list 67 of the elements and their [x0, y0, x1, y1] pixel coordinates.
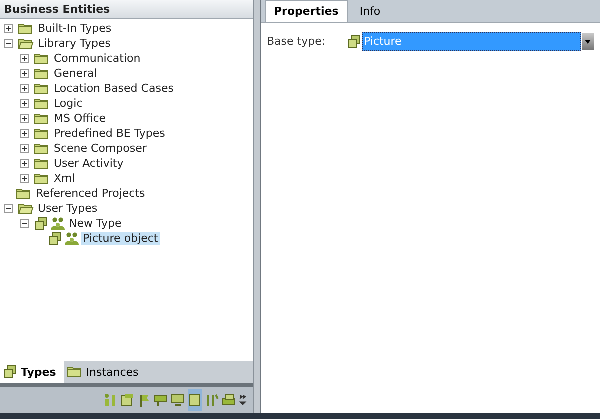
folder-icon: [34, 128, 50, 140]
collapse-icon[interactable]: [20, 219, 29, 228]
cubes-icon: [48, 232, 63, 246]
tree-item[interactable]: Location Based Cases: [52, 82, 176, 95]
expand-icon[interactable]: [20, 144, 29, 153]
tree-item[interactable]: MS Office: [52, 112, 108, 125]
tree-item[interactable]: Referenced Projects: [34, 187, 148, 200]
panel-title: Business Entities: [0, 0, 254, 19]
people-icon: [65, 232, 79, 246]
toolbar-icon: [103, 393, 118, 407]
expand-icon[interactable]: [20, 54, 29, 63]
field-label: Base type:: [267, 35, 327, 48]
dropdown-button[interactable]: [582, 33, 594, 50]
folder-icon: [34, 68, 50, 80]
toolbar-icon: [222, 393, 236, 407]
tree-item[interactable]: Built-In Types: [36, 22, 114, 35]
collapse-icon[interactable]: [4, 39, 13, 48]
toolbar-icon: [188, 393, 202, 407]
folder-icon: [16, 188, 32, 200]
folder-icon: [34, 172, 50, 184]
folder-icon: [34, 112, 50, 124]
tree-item[interactable]: Predefined BE Types: [52, 127, 168, 140]
folder-icon: [34, 142, 50, 154]
tree-item[interactable]: Logic: [52, 97, 85, 110]
tree-item[interactable]: Picture object: [81, 232, 160, 245]
tree-item[interactable]: Scene Composer: [52, 142, 149, 155]
expand-icon[interactable]: [20, 84, 29, 93]
people-icon: [51, 216, 65, 230]
expand-icon[interactable]: [20, 129, 29, 138]
expand-icon[interactable]: [20, 114, 29, 123]
panel-tab[interactable]: Instances: [64, 361, 147, 383]
toolbar-icon: [154, 393, 168, 407]
overflow-icon[interactable]: [239, 394, 248, 406]
collapse-icon[interactable]: [4, 204, 13, 213]
expand-icon[interactable]: [20, 69, 29, 78]
tree-item[interactable]: User Activity: [52, 157, 126, 170]
tree-item[interactable]: Library Types: [36, 37, 113, 50]
expand-icon[interactable]: [20, 174, 29, 183]
toolbar-icon: [171, 393, 186, 407]
folder-icon: [67, 366, 84, 378]
toolbar-icon: [120, 393, 134, 407]
tree-item[interactable]: User Types: [36, 202, 100, 215]
panel-tab[interactable]: Types: [0, 361, 64, 383]
cubes-icon: [34, 216, 49, 230]
folder-icon: [34, 52, 50, 64]
tree-item[interactable]: Xml: [52, 172, 78, 185]
splitter[interactable]: [254, 0, 261, 413]
tree-item[interactable]: New Type: [67, 217, 124, 230]
tree-item[interactable]: Communication: [52, 52, 143, 65]
expand-icon[interactable]: [20, 99, 29, 108]
tree-item[interactable]: General: [52, 67, 100, 80]
toolbar-button[interactable]: [188, 389, 202, 411]
panel-tab[interactable]: Properties: [265, 0, 348, 22]
folder-icon: [18, 202, 34, 214]
expand-icon[interactable]: [4, 24, 13, 33]
folder-icon: [34, 82, 50, 94]
panel-tab[interactable]: Info: [352, 1, 389, 22]
folder-icon: [34, 158, 50, 170]
toolbar-icon: [205, 393, 220, 407]
caret-icon: [585, 40, 591, 44]
toolbar-icon: [137, 393, 152, 407]
folder-icon: [18, 38, 34, 50]
cubes-icon: [3, 365, 18, 379]
folder-icon: [34, 98, 50, 110]
expand-icon[interactable]: [20, 159, 29, 168]
cubes-icon: [347, 34, 362, 48]
folder-icon: [18, 22, 34, 34]
